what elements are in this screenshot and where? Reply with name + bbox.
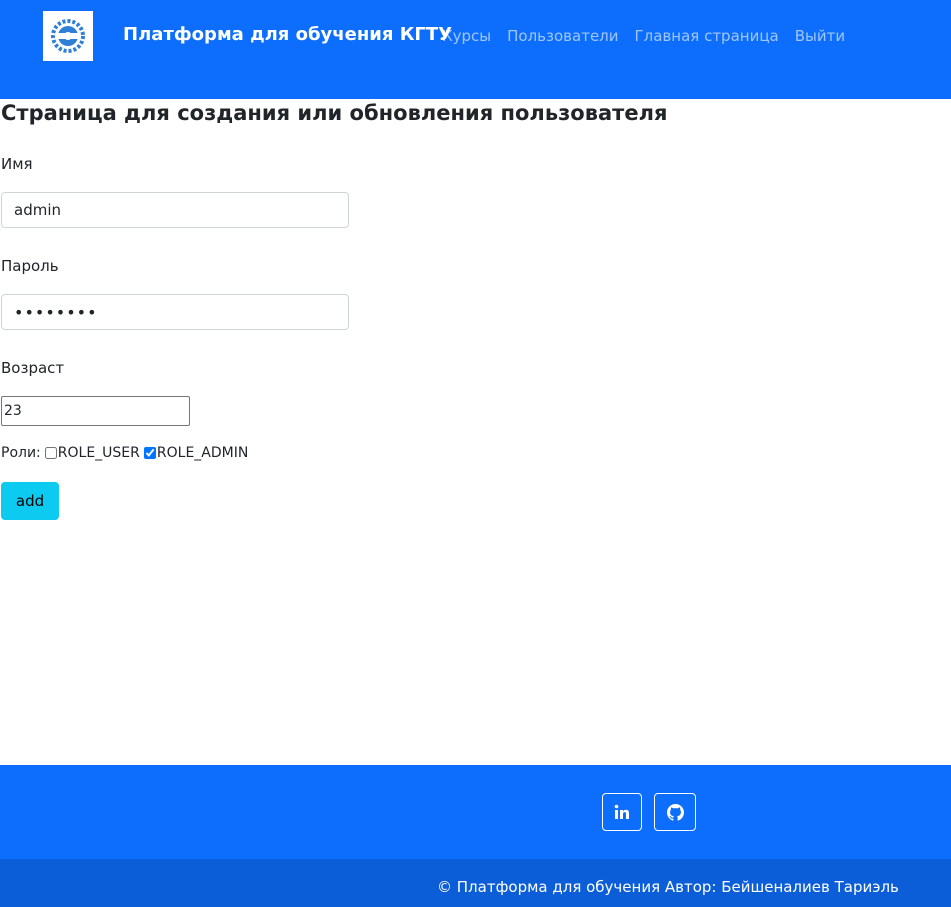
nav-link-logout[interactable]: Выйти [795, 27, 845, 45]
add-button[interactable]: add [1, 482, 59, 520]
github-icon[interactable] [654, 793, 696, 831]
page-title: Страница для создания или обновления пол… [1, 101, 668, 125]
role-user-label[interactable]: ROLE_USER [58, 445, 140, 461]
name-input[interactable] [1, 192, 349, 228]
password-label: Пароль [1, 257, 59, 275]
nav-link-courses[interactable]: Курсы [442, 27, 491, 45]
university-logo-icon[interactable] [43, 11, 93, 61]
roles-group: Роли: ROLE_USER ROLE_ADMIN [1, 445, 248, 461]
role-admin-label[interactable]: ROLE_ADMIN [157, 445, 248, 461]
footer-social-bar [0, 765, 951, 859]
role-admin-checkbox[interactable] [143, 447, 156, 459]
brand-title[interactable]: Платформа для обучения КГТУ [123, 24, 452, 45]
linkedin-icon[interactable] [602, 793, 642, 831]
age-input[interactable] [1, 396, 190, 426]
navbar: Платформа для обучения КГТУ Курсы Пользо… [0, 0, 951, 99]
password-input[interactable] [1, 294, 349, 330]
role-user-checkbox[interactable] [44, 447, 57, 459]
copyright-text: © Платформа для обучения Автор: Бейшенал… [437, 878, 899, 896]
name-label: Имя [1, 155, 33, 173]
nav-link-users[interactable]: Пользователи [507, 27, 618, 45]
roles-label: Роли: [1, 445, 41, 461]
nav-links: Курсы Пользователи Главная страница Выйт… [442, 27, 845, 45]
age-label: Возраст [1, 359, 65, 377]
nav-link-home[interactable]: Главная страница [635, 27, 779, 45]
